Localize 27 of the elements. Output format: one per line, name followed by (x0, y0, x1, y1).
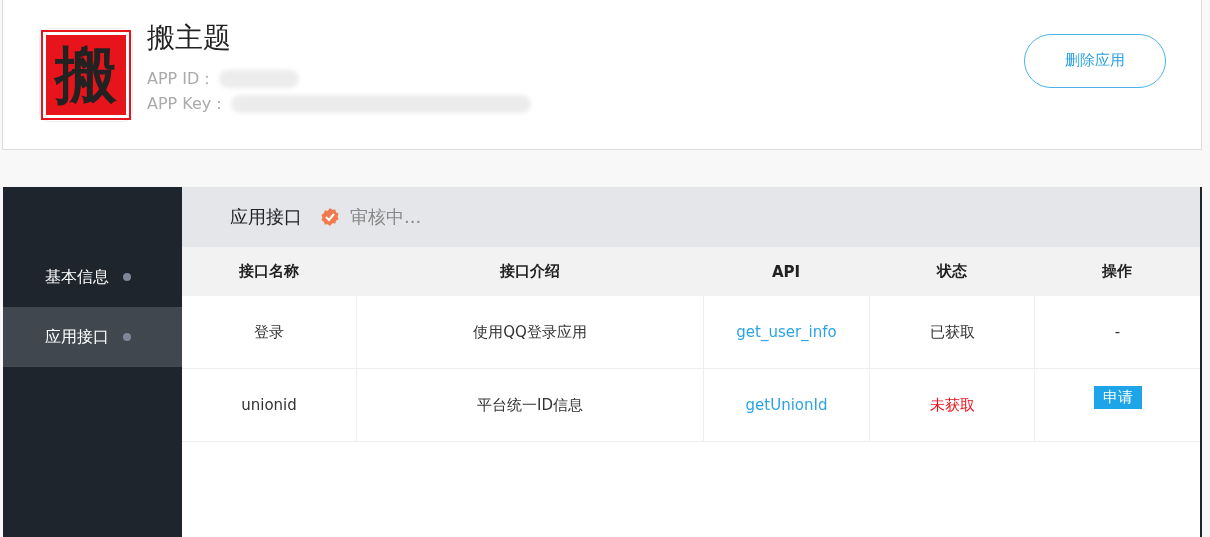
sidebar-item[interactable]: 基本信息 (3, 247, 182, 307)
verified-badge-icon (320, 207, 340, 227)
table-cell: - (1034, 296, 1200, 369)
sidebar-item[interactable]: 应用接口 (3, 307, 182, 367)
dot-icon (123, 273, 131, 281)
column-header: 接口介绍 (356, 247, 703, 296)
logo-glyph: 搬 (55, 36, 117, 113)
api-link[interactable]: getUnionId (703, 369, 869, 442)
app-name: 搬主题 (147, 19, 232, 56)
status-cell: 未获取 (869, 369, 1034, 442)
status-cell: 已获取 (869, 296, 1034, 369)
table-cell: unionid (182, 369, 356, 442)
table-cell: 平台统一ID信息 (356, 369, 703, 442)
app-key-label: APP Key： (147, 93, 228, 115)
dot-icon (123, 333, 131, 341)
delete-app-button[interactable]: 删除应用 (1024, 33, 1166, 88)
section-title: 应用接口 (230, 205, 302, 229)
table-cell: 使用QQ登录应用 (356, 296, 703, 369)
review-status: 审核中... (350, 205, 422, 229)
column-header: 接口名称 (182, 247, 356, 296)
table-cell: 登录 (182, 296, 356, 369)
app-id-label: APP ID： (147, 68, 216, 90)
column-header: 状态 (869, 247, 1034, 296)
apply-button[interactable]: 申请 (1093, 385, 1142, 409)
api-link[interactable]: get_user_info (703, 296, 869, 369)
column-header: API (703, 247, 869, 296)
column-header: 操作 (1034, 247, 1200, 296)
